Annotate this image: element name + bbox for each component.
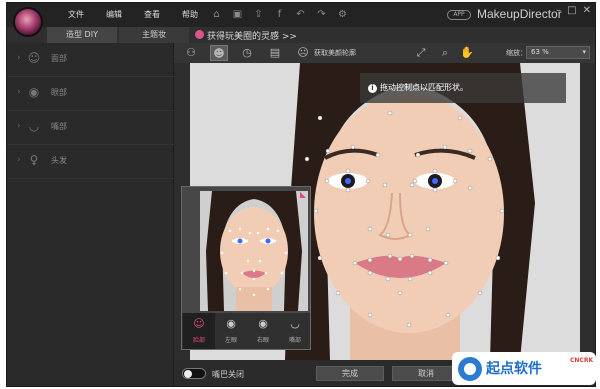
toggle-knob <box>184 370 192 378</box>
save-icon[interactable]: ▣ <box>230 8 245 21</box>
eye-icon: ◉ <box>28 85 40 99</box>
watermark-text: 起点软件 <box>486 361 542 377</box>
maximize-icon[interactable]: □ <box>567 5 576 16</box>
eye-icon: ◉ <box>258 317 268 330</box>
preview-tab-label: 脸部 <box>192 337 205 344</box>
site-watermark: 起点软件 CNCRK <box>452 352 596 385</box>
zoom-select[interactable]: 63 % ▾ <box>526 46 590 59</box>
zoom-value: 63 % <box>531 48 549 56</box>
preview-panel: ◣ ☺ 脸部 ◉ 左眼 ◉ 右眼 ◡ 嘴部 <box>181 186 311 350</box>
inspiration-icon <box>195 30 204 39</box>
title-bar: 文件 编辑 查看 帮助 ⌂ ▣ ⇪ f ↶ ↷ ⚙ APP MakeupDire… <box>7 3 595 27</box>
menu-file[interactable]: 文件 <box>57 9 95 20</box>
home-icon[interactable]: ⌂ <box>209 8 224 21</box>
sidebar: › ☺ 面部 › ◉ 眼部 › ◡ 嘴部 › ♀ 头发 <box>7 43 174 386</box>
canvas-toolbar: ⚇ ☻ ◷ ▤ ☹ 获取美颜轮廓 ⤢ ⌕ ✋ 缩放： 63 % ▾ <box>174 43 595 63</box>
lips-icon: ◡ <box>28 119 40 133</box>
facebook-icon[interactable]: f <box>272 8 287 21</box>
close-icon[interactable]: ✕ <box>583 5 591 16</box>
sidebar-item-hair[interactable]: › ♀ 头发 <box>7 145 174 179</box>
face-icon: ☺ <box>193 317 205 330</box>
mouth-closed-toggle[interactable] <box>182 368 206 379</box>
fit-screen-icon[interactable]: ⤢ <box>412 45 430 61</box>
tab-row: 造型 DIY 主题妆 获得玩美圈的灵感 >> <box>7 27 595 43</box>
crop-icon[interactable]: ▤ <box>266 45 284 61</box>
hair-icon: ♀ <box>29 153 39 167</box>
minimize-icon[interactable]: – <box>556 5 561 16</box>
preview-tab-label: 左眼 <box>224 337 237 344</box>
chevron-right-icon: › <box>17 87 21 97</box>
preview-tab-face[interactable]: ☺ 脸部 <box>183 313 215 349</box>
preview-tab-right-eye[interactable]: ◉ 右眼 <box>247 313 279 349</box>
compare-icon[interactable]: ⚇ <box>182 45 200 61</box>
sidebar-item-label: 面部 <box>51 54 67 63</box>
menu-edit[interactable]: 编辑 <box>95 9 133 20</box>
sidebar-item-label: 眼部 <box>51 88 67 97</box>
sidebar-item-face[interactable]: › ☺ 面部 <box>7 43 174 77</box>
cancel-button[interactable]: 取消 <box>392 366 460 381</box>
preview-tab-left-eye[interactable]: ◉ 左眼 <box>215 313 247 349</box>
chevron-right-icon: › <box>17 53 21 63</box>
app-badge[interactable]: APP <box>447 10 471 20</box>
face-shape-icon[interactable]: ☹ <box>294 45 312 61</box>
watermark-subtext: CNCRK <box>570 357 594 364</box>
lips-icon: ◡ <box>290 317 300 330</box>
redo-icon[interactable]: ↷ <box>314 8 329 21</box>
hint-text: 拖动控制点以匹配形状。 <box>380 83 468 92</box>
preview-tabs: ☺ 脸部 ◉ 左眼 ◉ 右眼 ◡ 嘴部 <box>182 313 310 349</box>
done-button[interactable]: 完成 <box>316 366 384 381</box>
face-points-icon[interactable]: ☻ <box>210 45 228 61</box>
window-controls: – □ ✕ <box>556 5 591 16</box>
history-icon[interactable]: ◷ <box>238 45 256 61</box>
app-logo <box>13 7 43 37</box>
menu-bar: 文件 编辑 查看 帮助 <box>57 9 209 20</box>
menu-help[interactable]: 帮助 <box>171 9 209 20</box>
undo-icon[interactable]: ↶ <box>293 8 308 21</box>
inspiration-link[interactable]: 获得玩美圈的灵感 >> <box>207 29 297 42</box>
menu-view[interactable]: 查看 <box>133 9 171 20</box>
zoom-label: 缩放： <box>506 49 527 57</box>
preview-face-photo <box>200 191 308 311</box>
sidebar-item-mouth[interactable]: › ◡ 嘴部 <box>7 111 174 145</box>
eye-icon: ◉ <box>226 317 236 330</box>
chevron-right-icon: › <box>17 155 21 165</box>
tab-theme[interactable]: 主题妆 <box>119 27 189 43</box>
hint-tooltip: i 拖动控制点以匹配形状。 <box>360 73 566 103</box>
brand-title: MakeupDirector <box>477 7 562 21</box>
preview-tab-label: 右眼 <box>256 337 269 344</box>
sidebar-item-label: 嘴部 <box>51 122 67 131</box>
face-shape-label: 获取美颜轮廓 <box>314 49 356 57</box>
pan-hand-icon[interactable]: ✋ <box>458 45 476 61</box>
mouth-closed-label: 嘴巴关闭 <box>212 370 244 379</box>
share-icon[interactable]: ⇪ <box>251 8 266 21</box>
watermark-logo-icon <box>458 357 482 381</box>
chevron-right-icon: › <box>17 121 21 131</box>
preview-tab-mouth[interactable]: ◡ 嘴部 <box>279 313 310 349</box>
canvas-margin <box>580 63 595 360</box>
preview-image[interactable] <box>200 191 308 311</box>
settings-icon[interactable]: ⚙ <box>335 8 350 21</box>
app-window: 文件 编辑 查看 帮助 ⌂ ▣ ⇪ f ↶ ↷ ⚙ APP MakeupDire… <box>6 2 596 387</box>
face-icon: ☺ <box>27 51 41 65</box>
info-icon: i <box>368 84 377 93</box>
zoom-icon[interactable]: ⌕ <box>436 45 454 61</box>
quick-toolbar: ⌂ ▣ ⇪ f ↶ ↷ ⚙ <box>209 8 350 21</box>
preview-tab-label: 嘴部 <box>288 337 301 344</box>
collapse-icon[interactable]: ◣ <box>300 190 306 199</box>
chevron-down-icon: ▾ <box>582 48 586 56</box>
tab-diy[interactable]: 造型 DIY <box>47 27 117 43</box>
sidebar-item-label: 头发 <box>51 156 67 165</box>
sidebar-item-eyes[interactable]: › ◉ 眼部 <box>7 77 174 111</box>
